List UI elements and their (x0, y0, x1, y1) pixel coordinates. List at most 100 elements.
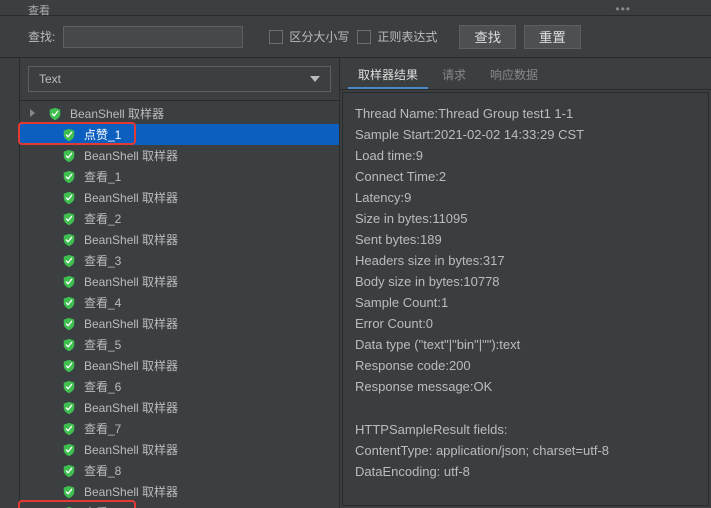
menu-icon[interactable]: ••• (615, 2, 631, 16)
title-bar: 查看 ••• (0, 0, 711, 16)
tabs: 取样器结果 请求 响应数据 (340, 58, 711, 90)
tree-row-label: BeanShell 取样器 (84, 189, 178, 206)
renderer-dropdown-row: Text (20, 58, 339, 101)
shield-check-icon (62, 485, 76, 499)
tree-row-label: BeanShell 取样器 (70, 105, 164, 122)
detail-line: Response code:200 (355, 355, 696, 376)
detail-line: Size in bytes:11095 (355, 208, 696, 229)
blank-line (355, 397, 696, 419)
tree-row[interactable]: BeanShell 取样器 (20, 145, 339, 166)
find-button[interactable]: 查找 (459, 25, 516, 49)
regex-label: 正则表达式 (377, 28, 437, 45)
tree-row-label: BeanShell 取样器 (84, 273, 178, 290)
tree-row-label: 查看_3 (84, 252, 121, 269)
tree-row-label: BeanShell 取样器 (84, 231, 178, 248)
shield-check-icon (62, 464, 76, 478)
detail-line: Connect Time:2 (355, 166, 696, 187)
search-bar: 查找: 区分大小写 正则表达式 查找 重置 (0, 16, 711, 58)
tree-row-label: 查看_6 (84, 378, 121, 395)
renderer-dropdown[interactable]: Text (28, 66, 331, 92)
detail-line: Response message:OK (355, 376, 696, 397)
tree-row[interactable]: 查看_3 (20, 250, 339, 271)
checkbox-box-icon (357, 30, 371, 44)
shield-check-icon (48, 107, 62, 121)
detail-line: Error Count:0 (355, 313, 696, 334)
tab-sampler-result[interactable]: 取样器结果 (348, 62, 428, 89)
tree-row[interactable]: 查看_8 (20, 460, 339, 481)
tree-row[interactable]: BeanShell 取样器 (20, 481, 339, 502)
result-tree[interactable]: BeanShell 取样器 点赞_1 BeanShell 取样器 查看_1 Be… (20, 101, 339, 508)
expand-caret-icon[interactable] (30, 109, 35, 117)
tree-row-label: 查看_2 (84, 210, 121, 227)
shield-check-icon (62, 149, 76, 163)
detail-line: Headers size in bytes:317 (355, 250, 696, 271)
shield-check-icon (62, 233, 76, 247)
reset-button[interactable]: 重置 (524, 25, 581, 49)
tree-row[interactable]: 查看_1 (20, 166, 339, 187)
tree-row-label: 查看_7 (84, 420, 121, 437)
detail-line: Latency:9 (355, 187, 696, 208)
tree-row[interactable]: 查看_4 (20, 292, 339, 313)
tree-row[interactable]: 点赞_1 (20, 124, 339, 145)
case-checkbox[interactable]: 区分大小写 (269, 28, 349, 45)
tree-row-label: BeanShell 取样器 (84, 315, 178, 332)
tree-row[interactable]: 查看_7 (20, 418, 339, 439)
tree-row-label: 点赞_1 (84, 126, 121, 143)
tree-row[interactable]: 查看_2 (20, 208, 339, 229)
tree-row[interactable]: BeanShell 取样器 (20, 313, 339, 334)
search-label: 查找: (28, 28, 55, 45)
detail-line: Sample Start:2021-02-02 14:33:29 CST (355, 124, 696, 145)
tree-row-label: BeanShell 取样器 (84, 357, 178, 374)
detail-line: Sent bytes:189 (355, 229, 696, 250)
tree-row[interactable]: BeanShell 取样器 (20, 355, 339, 376)
shield-check-icon (62, 275, 76, 289)
detail-line: Load time:9 (355, 145, 696, 166)
detail-line: DataEncoding: utf-8 (355, 461, 696, 482)
right-pane: 取样器结果 请求 响应数据 Thread Name:Thread Group t… (340, 58, 711, 508)
tree-row[interactable]: 查看_6 (20, 376, 339, 397)
checkbox-box-icon (269, 30, 283, 44)
shield-check-icon (62, 128, 76, 142)
tree-row[interactable]: BeanShell 取样器 (20, 271, 339, 292)
shield-check-icon (62, 422, 76, 436)
sampler-details[interactable]: Thread Name:Thread Group test1 1-1 Sampl… (342, 92, 709, 506)
left-pane: Text BeanShell 取样器 点赞_1 BeanShell 取样器 查看… (20, 58, 340, 508)
tree-row[interactable]: 查看_5 (20, 334, 339, 355)
detail-line: ContentType: application/json; charset=u… (355, 440, 696, 461)
tree-row[interactable]: BeanShell 取样器 (20, 103, 339, 124)
shield-check-icon (62, 296, 76, 310)
shield-check-icon (62, 170, 76, 184)
tree-row[interactable]: BeanShell 取样器 (20, 187, 339, 208)
regex-checkbox[interactable]: 正则表达式 (357, 28, 437, 45)
shield-check-icon (62, 443, 76, 457)
shield-check-icon (62, 359, 76, 373)
detail-line: Body size in bytes:10778 (355, 271, 696, 292)
dropdown-value: Text (39, 72, 61, 86)
detail-line: Sample Count:1 (355, 292, 696, 313)
tree-row-label: 查看_4 (84, 294, 121, 311)
tree-row[interactable]: 查看_9 (20, 502, 339, 508)
shield-check-icon (62, 338, 76, 352)
detail-line: Data type ("text"|"bin"|""):text (355, 334, 696, 355)
chevron-down-icon (310, 76, 320, 82)
tree-row-label: BeanShell 取样器 (84, 399, 178, 416)
tree-row-label: 查看_9 (84, 504, 121, 508)
case-label: 区分大小写 (289, 28, 349, 45)
title-prefix: 查看 (28, 2, 50, 18)
tab-response-data[interactable]: 响应数据 (480, 62, 548, 89)
tree-row-label: BeanShell 取样器 (84, 441, 178, 458)
shield-check-icon (62, 212, 76, 226)
tab-request[interactable]: 请求 (432, 62, 476, 89)
tree-row-label: BeanShell 取样器 (84, 483, 178, 500)
shield-check-icon (62, 380, 76, 394)
search-input[interactable] (63, 26, 243, 48)
tree-row-label: 查看_1 (84, 168, 121, 185)
shield-check-icon (62, 317, 76, 331)
left-gutter (0, 58, 20, 508)
tree-row[interactable]: BeanShell 取样器 (20, 397, 339, 418)
tree-row[interactable]: BeanShell 取样器 (20, 229, 339, 250)
tree-row[interactable]: BeanShell 取样器 (20, 439, 339, 460)
tree-row-label: 查看_5 (84, 336, 121, 353)
shield-check-icon (62, 401, 76, 415)
tree-row-label: 查看_8 (84, 462, 121, 479)
